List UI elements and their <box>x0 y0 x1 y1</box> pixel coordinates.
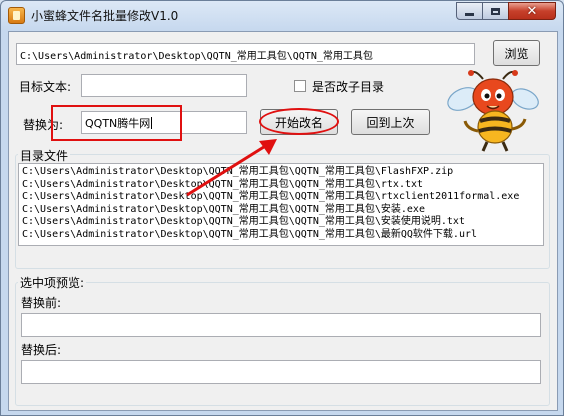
target-text-label: 目标文本: <box>19 80 72 94</box>
after-preview-field[interactable] <box>21 360 541 384</box>
before-label: 替换前: <box>21 296 62 310</box>
minimize-icon <box>465 13 474 16</box>
target-text-input[interactable] <box>81 74 247 97</box>
window-title: 小蜜蜂文件名批量修改V1.0 <box>31 9 179 23</box>
close-button[interactable]: ✕ <box>508 2 556 20</box>
app-window: 小蜜蜂文件名批量修改V1.0 ✕ C:\Users\Administrator\… <box>0 0 564 416</box>
after-label: 替换后: <box>21 343 62 357</box>
folder-path-input[interactable]: C:\Users\Administrator\Desktop\QQTN_常用工具… <box>16 43 475 65</box>
client-area: C:\Users\Administrator\Desktop\QQTN_常用工具… <box>8 31 558 411</box>
arrow-icon <box>186 139 277 197</box>
file-list-items: C:\Users\Administrator\Desktop\QQTN_常用工具… <box>19 164 543 242</box>
list-item[interactable]: C:\Users\Administrator\Desktop\QQTN_常用工具… <box>19 179 543 192</box>
close-icon: ✕ <box>526 3 538 19</box>
bee-mascot-icon <box>447 70 539 152</box>
highlight-box <box>51 105 182 141</box>
subdir-checkbox[interactable] <box>294 80 306 92</box>
maximize-icon <box>491 7 500 15</box>
browse-button[interactable]: 浏览 <box>493 40 540 66</box>
list-item[interactable]: C:\Users\Administrator\Desktop\QQTN_常用工具… <box>19 166 543 179</box>
directory-files-list[interactable]: C:\Users\Administrator\Desktop\QQTN_常用工具… <box>18 163 544 246</box>
before-preview-field[interactable] <box>21 313 541 337</box>
subdir-checkbox-label: 是否改子目录 <box>312 80 385 94</box>
preview-caption: 选中项预览: <box>18 274 87 291</box>
directory-files-caption: 目录文件 <box>18 147 71 164</box>
title-bar[interactable]: 小蜜蜂文件名批量修改V1.0 ✕ <box>1 1 563 31</box>
minimize-button[interactable] <box>456 2 483 20</box>
list-item[interactable]: C:\Users\Administrator\Desktop\QQTN_常用工具… <box>19 191 543 204</box>
app-icon <box>8 7 25 24</box>
list-item[interactable]: C:\Users\Administrator\Desktop\QQTN_常用工具… <box>19 204 543 217</box>
undo-button[interactable]: 回到上次 <box>351 109 430 135</box>
list-item[interactable]: C:\Users\Administrator\Desktop\QQTN_常用工具… <box>19 216 543 229</box>
list-item[interactable]: C:\Users\Administrator\Desktop\QQTN_常用工具… <box>19 229 543 242</box>
maximize-button[interactable] <box>482 2 509 20</box>
preview-group <box>15 282 550 406</box>
